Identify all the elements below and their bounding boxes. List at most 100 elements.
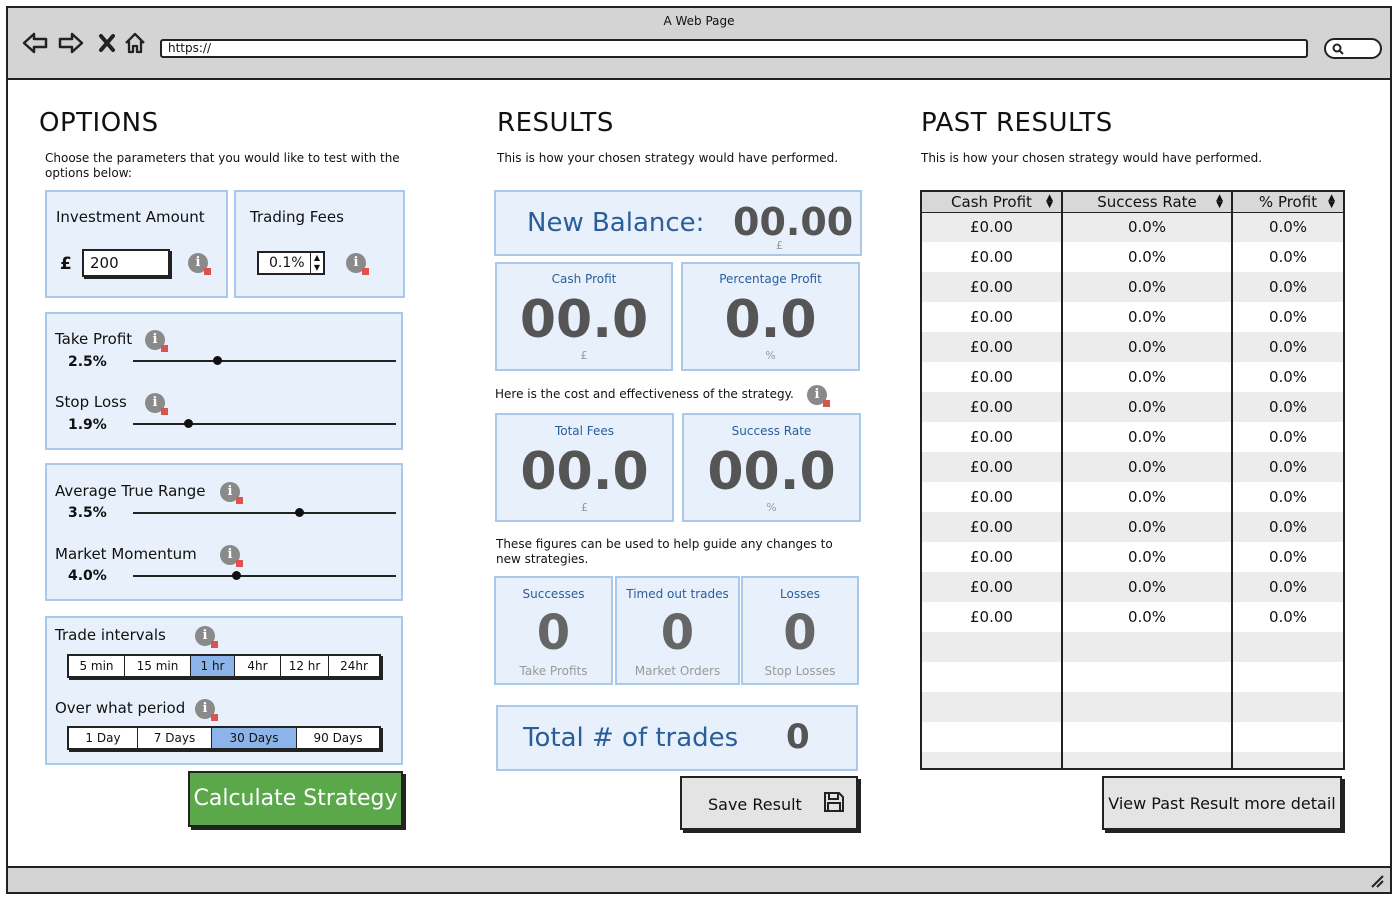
info-icon[interactable]: i <box>145 393 168 415</box>
losses-sub: Stop Losses <box>764 664 836 678</box>
table-cell: 0.0% <box>1062 602 1233 632</box>
table-row[interactable]: £0.00 0.0% 0.0% <box>922 542 1343 572</box>
slider-handle[interactable] <box>231 571 241 580</box>
status-bar <box>8 866 1390 892</box>
segment-option[interactable]: 1 Day <box>69 728 138 748</box>
forward-arrow-icon[interactable] <box>58 30 84 56</box>
info-icon[interactable]: i <box>220 545 243 567</box>
save-result-button[interactable]: Save Result <box>680 776 858 830</box>
fees-label: Trading Fees <box>250 208 344 226</box>
table-row[interactable]: £0.00 0.0% 0.0% <box>922 302 1343 332</box>
slider-handle[interactable] <box>213 356 223 365</box>
info-icon[interactable]: i <box>346 253 369 275</box>
table-cell <box>922 692 1063 722</box>
table-cell: 0.0% <box>1232 212 1343 242</box>
table-cell: £0.00 <box>922 602 1063 632</box>
info-icon[interactable]: i <box>220 482 243 504</box>
info-icon[interactable]: i <box>145 330 168 352</box>
table-row[interactable] <box>922 692 1343 722</box>
segment-option[interactable]: 7 Days <box>138 728 212 748</box>
info-icon[interactable]: i <box>188 253 211 275</box>
table-cell <box>1232 692 1343 722</box>
total-fees-card: Total Fees 00.0 £ <box>495 413 674 522</box>
table-row[interactable]: £0.00 0.0% 0.0% <box>922 572 1343 602</box>
table-row[interactable]: £0.00 0.0% 0.0% <box>922 482 1343 512</box>
close-icon[interactable] <box>94 30 120 56</box>
column-header[interactable]: Success Rate ▲ ▼ <box>1062 192 1233 213</box>
table-row[interactable]: £0.00 0.0% 0.0% <box>922 332 1343 362</box>
table-cell <box>922 632 1063 662</box>
past-results-heading: PAST RESULTS <box>921 108 1113 138</box>
segment-option[interactable]: 90 Days <box>297 728 379 748</box>
total-fees-value: 00.0 <box>520 442 649 502</box>
segment-option[interactable]: 5 min <box>69 656 125 676</box>
info-icon[interactable]: i <box>195 699 218 721</box>
column-header-label: Success Rate <box>1097 192 1197 211</box>
table-row[interactable]: £0.00 0.0% 0.0% <box>922 362 1343 392</box>
segment-option[interactable]: 15 min <box>125 656 191 676</box>
momentum-slider[interactable] <box>133 571 396 580</box>
stepper-arrows-icon[interactable]: ▲ ▼ <box>310 253 323 273</box>
resize-grip-icon[interactable] <box>1370 874 1384 888</box>
home-icon[interactable] <box>122 30 148 56</box>
sort-icon[interactable]: ▲ ▼ <box>1216 194 1223 210</box>
table-cell: 0.0% <box>1232 272 1343 302</box>
table-cell: 0.0% <box>1062 272 1233 302</box>
table-row[interactable] <box>922 722 1343 752</box>
table-row[interactable]: £0.00 0.0% 0.0% <box>922 422 1343 452</box>
column-header[interactable]: Cash Profit ▲ ▼ <box>922 192 1063 213</box>
back-arrow-icon[interactable] <box>22 30 48 56</box>
period-selector: 1 Day 7 Days 30 Days 90 Days <box>67 726 381 750</box>
successes-card: Successes 0 Take Profits <box>494 576 613 685</box>
table-cell: 0.0% <box>1232 392 1343 422</box>
segment-option[interactable]: 1 hr <box>191 656 235 676</box>
atr-value: 3.5% <box>68 505 107 521</box>
column-header[interactable]: % Profit ▲ ▼ <box>1232 192 1343 213</box>
stop-loss-slider[interactable] <box>133 419 396 428</box>
cash-profit-label: Cash Profit <box>551 272 617 286</box>
slider-handle[interactable] <box>294 508 304 517</box>
table-row[interactable]: £0.00 0.0% 0.0% <box>922 602 1343 632</box>
info-icon[interactable]: i <box>807 385 830 407</box>
table-cell: 0.0% <box>1268 248 1308 266</box>
table-cell <box>922 722 1063 752</box>
take-profit-slider[interactable] <box>133 356 396 365</box>
table-row[interactable] <box>922 662 1343 692</box>
table-cell: 0.0% <box>1062 512 1233 542</box>
browser-search-field[interactable] <box>1324 38 1382 59</box>
profit-loss-panel: Take Profit i 2.5% Stop Loss i 1.9% <box>45 312 403 450</box>
table-cell <box>1232 752 1343 768</box>
table-cell: £0.00 <box>922 302 1063 332</box>
segment-option[interactable]: 12 hr <box>281 656 329 676</box>
table-row[interactable]: £0.00 0.0% 0.0% <box>922 272 1343 302</box>
table-row[interactable] <box>922 632 1343 662</box>
table-cell: 0.0% <box>1062 452 1233 482</box>
address-bar[interactable]: https:// <box>160 39 1308 58</box>
table-cell: 0.0% <box>1268 608 1308 626</box>
view-past-detail-button[interactable]: View Past Result more detail <box>1102 776 1342 830</box>
investment-input[interactable]: 200 <box>82 249 170 277</box>
table-row[interactable]: £0.00 0.0% 0.0% <box>922 212 1343 242</box>
new-balance-value: 00.00 <box>733 200 854 244</box>
table-row[interactable]: £0.00 0.0% 0.0% <box>922 392 1343 422</box>
info-icon[interactable]: i <box>195 626 218 648</box>
sort-icon[interactable]: ▲ ▼ <box>1046 194 1053 210</box>
timed-out-sub: Market Orders <box>634 664 721 678</box>
table-row[interactable] <box>922 752 1343 768</box>
table-row[interactable]: £0.00 0.0% 0.0% <box>922 512 1343 542</box>
segment-option[interactable]: 24hr <box>329 656 379 676</box>
table-row[interactable]: £0.00 0.0% 0.0% <box>922 242 1343 272</box>
investment-label: Investment Amount <box>56 208 205 226</box>
segment-option[interactable]: 4hr <box>235 656 281 676</box>
slider-handle[interactable] <box>184 419 194 428</box>
table-cell <box>1062 632 1233 662</box>
calculate-strategy-button[interactable]: Calculate Strategy <box>188 771 403 827</box>
fees-stepper[interactable]: 0.1% ▲ ▼ <box>257 251 325 275</box>
segment-option[interactable]: 30 Days <box>212 728 297 748</box>
table-cell: £0.00 <box>922 572 1063 602</box>
table-row[interactable]: £0.00 0.0% 0.0% <box>922 452 1343 482</box>
table-cell <box>922 662 1063 692</box>
table-cell: 0.0% <box>1062 332 1233 362</box>
atr-slider[interactable] <box>133 508 396 517</box>
sort-icon[interactable]: ▲ ▼ <box>1328 194 1335 210</box>
